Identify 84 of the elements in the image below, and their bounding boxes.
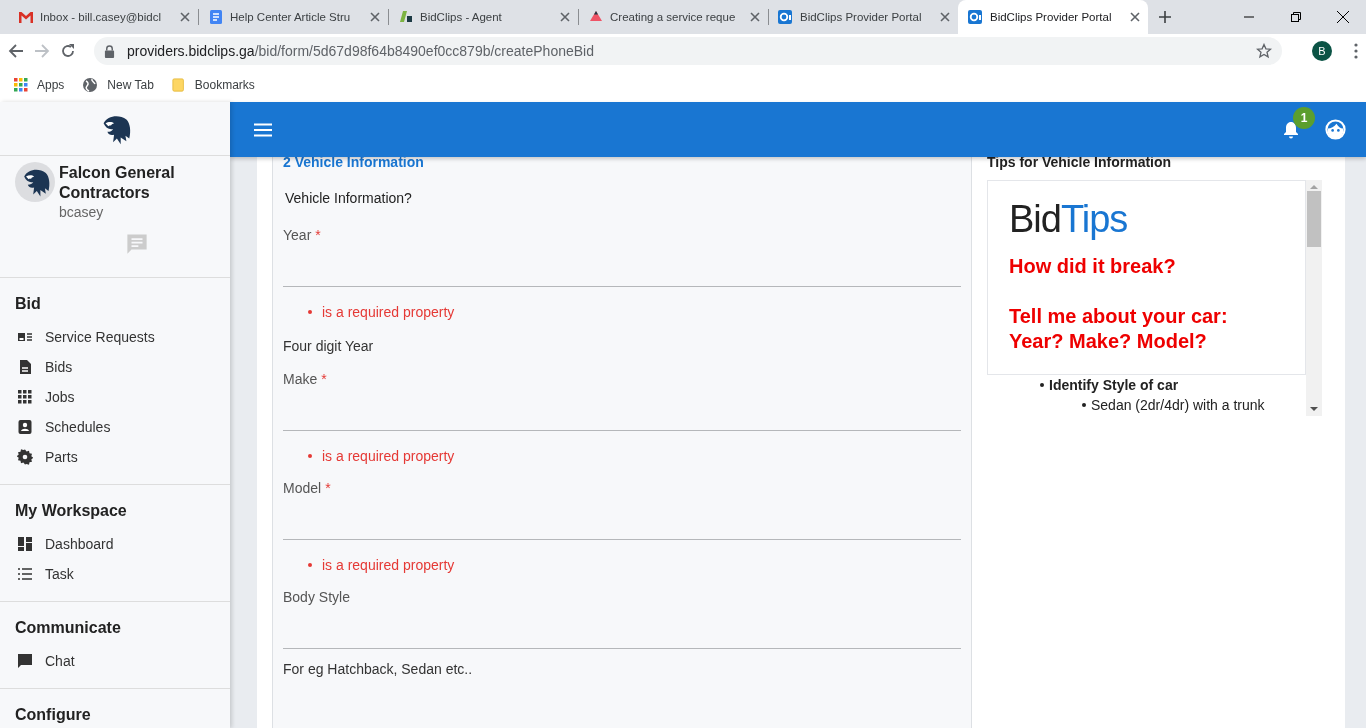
list-icon xyxy=(17,566,33,582)
field-label: Body Style xyxy=(283,588,351,606)
section-title: 2 Vehicle Information xyxy=(283,157,425,172)
error-message: is a required property xyxy=(322,447,455,466)
portal-logo-icon xyxy=(968,9,984,25)
bullet-icon xyxy=(308,310,312,314)
scroll-down-icon[interactable] xyxy=(1310,406,1318,412)
menu-icon[interactable] xyxy=(254,122,272,137)
reload-icon[interactable] xyxy=(60,43,76,59)
more-menu-icon[interactable] xyxy=(1354,43,1358,59)
browser-tab[interactable]: BidClips Provider Portal xyxy=(958,0,1148,34)
bookmark-link[interactable]: Apps xyxy=(37,78,65,92)
help-text: Four digit Year xyxy=(283,337,375,356)
star-icon[interactable] xyxy=(1256,43,1272,59)
grid-icon xyxy=(17,389,33,405)
restore-icon[interactable] xyxy=(1290,12,1301,22)
nav-item[interactable]: Jobs xyxy=(0,382,230,412)
document-icon xyxy=(208,9,224,25)
section-heading: My Workspace xyxy=(14,501,128,521)
settings-icon xyxy=(17,449,33,465)
nav-item[interactable]: Bids xyxy=(0,352,230,382)
chat-icon xyxy=(17,653,33,669)
nav-item[interactable]: Task xyxy=(0,559,230,589)
question-text: Vehicle Information? xyxy=(284,189,413,208)
new-tab-icon[interactable] xyxy=(1158,10,1172,24)
browser-tab[interactable]: BidClips Provider Portal xyxy=(768,0,958,34)
help-text: For eg Hatchback, Sedan etc.. xyxy=(283,660,474,679)
bell-icon[interactable] xyxy=(1283,120,1299,139)
section-heading: Communicate xyxy=(14,618,122,638)
field-label: Make * xyxy=(283,370,328,388)
bidtips-logo: BidTips xyxy=(1009,197,1128,241)
bookmark-link[interactable]: Bookmarks xyxy=(194,78,255,92)
tip-bullet: Sedan (2dr/4dr) with a trunk xyxy=(1091,396,1265,415)
notification-badge: 1 xyxy=(1293,106,1315,129)
tip-prompt: Tell me about your car: Year? Make? Model? xyxy=(1009,304,1229,354)
address-field[interactable]: providers.bidclips.ga/bid/form/5d67d98f64b8490ef0cc879b/createPhoneBid xyxy=(94,37,1282,65)
tip-bullet: Identify Style of car xyxy=(1049,376,1179,395)
company-name: Falcon General Contractors xyxy=(59,163,176,203)
error-message: is a required property xyxy=(322,303,455,322)
section-heading: Bid xyxy=(14,294,42,314)
close-icon[interactable] xyxy=(1336,11,1349,23)
account-icon[interactable] xyxy=(1325,119,1346,140)
tab-title: Creating a service reque xyxy=(610,11,737,23)
bullet-icon xyxy=(1082,403,1086,407)
nav-item[interactable]: Dashboard xyxy=(0,529,230,559)
username: bcasey xyxy=(59,203,105,221)
tip-prompt: How did it break? xyxy=(1009,254,1177,279)
bullet-icon xyxy=(308,454,312,458)
browser-tab[interactable]: Inbox - bill.casey@bidcl xyxy=(8,0,198,34)
bookmark-link[interactable]: New Tab xyxy=(107,78,154,92)
tips-title: Tips for Vehicle Information xyxy=(987,157,1173,172)
portal-logo-icon xyxy=(778,9,794,25)
section-heading: Configure xyxy=(14,705,92,725)
browser-tab[interactable]: Help Center Article Stru xyxy=(198,0,388,34)
mail-icon xyxy=(18,9,34,25)
nav-item[interactable]: Schedules xyxy=(0,412,230,442)
tab-title: Inbox - bill.casey@bidcl xyxy=(40,11,162,23)
tab-title: Help Center Article Stru xyxy=(230,11,352,23)
contact-card-icon xyxy=(17,419,33,435)
field-label: Model * xyxy=(283,479,332,497)
browser-tab[interactable]: Creating a service reque xyxy=(578,0,768,34)
scrollbar[interactable] xyxy=(1306,180,1322,416)
document-icon xyxy=(17,359,33,375)
profile-avatar[interactable]: B xyxy=(1312,41,1332,61)
dashboard-icon xyxy=(17,536,33,552)
field-label: Year * xyxy=(283,226,322,244)
globe-icon xyxy=(82,77,99,93)
folder-icon xyxy=(171,77,186,93)
tab-title: BidClips Provider Portal xyxy=(990,11,1113,23)
error-message: is a required property xyxy=(322,556,455,575)
bullet-icon xyxy=(1040,383,1044,387)
lock-icon xyxy=(104,44,115,58)
bullet-icon xyxy=(308,563,312,567)
nav-item[interactable]: Chat xyxy=(0,646,230,676)
back-icon[interactable] xyxy=(8,43,24,59)
scroll-thumb[interactable] xyxy=(1307,191,1321,247)
apps-grid-icon xyxy=(14,78,28,92)
browser-tab[interactable]: BidClips - Agent xyxy=(388,0,578,34)
nav-item[interactable]: Parts xyxy=(0,442,230,472)
nav-item[interactable]: Service Requests xyxy=(0,322,230,352)
tab-title: BidClips Provider Portal xyxy=(800,11,923,23)
url-text: providers.bidclips.ga/bid/form/5d67d98f64b8490ef0cc879b/createPhoneBid xyxy=(127,43,594,59)
tab-title: BidClips - Agent xyxy=(420,11,503,23)
close-icon[interactable] xyxy=(1128,10,1142,24)
